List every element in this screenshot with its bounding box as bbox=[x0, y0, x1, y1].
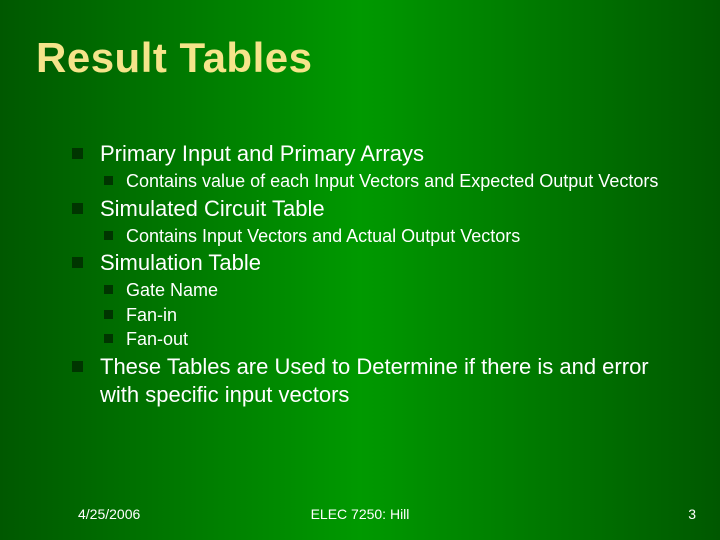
sub-bullet-list: Contains Input Vectors and Actual Output… bbox=[100, 225, 686, 248]
bullet-item: Simulated Circuit Table Contains Input V… bbox=[70, 195, 686, 248]
sub-bullet-item: Fan-in bbox=[100, 304, 686, 327]
sub-bullet-list: Gate Name Fan-in Fan-out bbox=[100, 279, 686, 351]
sub-bullet-text: Gate Name bbox=[126, 280, 218, 300]
sub-bullet-text: Fan-in bbox=[126, 305, 177, 325]
bullet-item: Simulation Table Gate Name Fan-in Fan-ou… bbox=[70, 249, 686, 351]
slide-body: Primary Input and Primary Arrays Contain… bbox=[70, 140, 686, 411]
footer-page-number: 3 bbox=[688, 506, 696, 522]
slide: Result Tables Primary Input and Primary … bbox=[0, 0, 720, 540]
sub-bullet-text: Contains value of each Input Vectors and… bbox=[126, 171, 658, 191]
sub-bullet-text: Contains Input Vectors and Actual Output… bbox=[126, 226, 520, 246]
bullet-item: Primary Input and Primary Arrays Contain… bbox=[70, 140, 686, 193]
bullet-text: These Tables are Used to Determine if th… bbox=[100, 354, 649, 407]
sub-bullet-item: Contains value of each Input Vectors and… bbox=[100, 170, 686, 193]
sub-bullet-list: Contains value of each Input Vectors and… bbox=[100, 170, 686, 193]
footer-center: ELEC 7250: Hill bbox=[0, 506, 720, 522]
bullet-text: Simulation Table bbox=[100, 250, 261, 275]
bullet-item: These Tables are Used to Determine if th… bbox=[70, 353, 686, 409]
slide-title: Result Tables bbox=[36, 34, 312, 82]
sub-bullet-text: Fan-out bbox=[126, 329, 188, 349]
sub-bullet-item: Fan-out bbox=[100, 328, 686, 351]
bullet-text: Simulated Circuit Table bbox=[100, 196, 325, 221]
bullet-list: Primary Input and Primary Arrays Contain… bbox=[70, 140, 686, 409]
bullet-text: Primary Input and Primary Arrays bbox=[100, 141, 424, 166]
sub-bullet-item: Contains Input Vectors and Actual Output… bbox=[100, 225, 686, 248]
sub-bullet-item: Gate Name bbox=[100, 279, 686, 302]
